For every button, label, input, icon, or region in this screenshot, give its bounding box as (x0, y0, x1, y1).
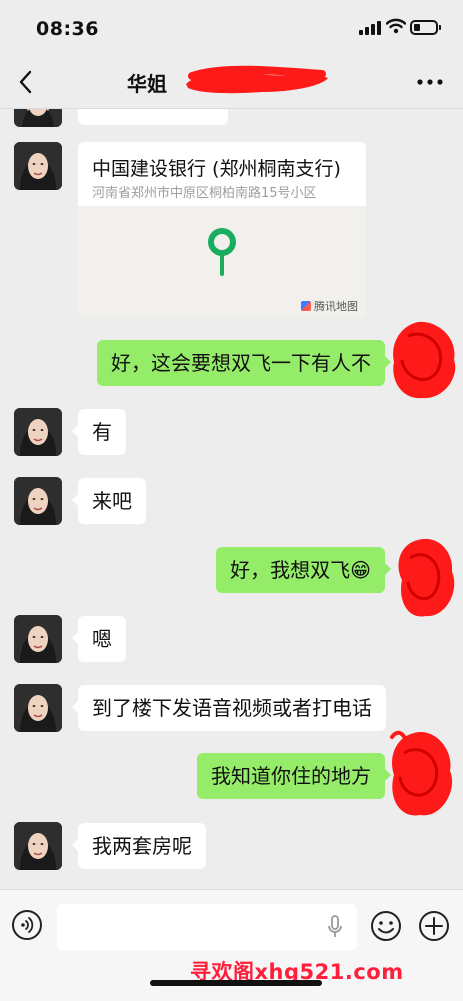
voice-mode-icon[interactable] (12, 910, 42, 940)
message-bubble-outgoing[interactable]: 好，我想双飞😁 (216, 547, 391, 593)
contact-avatar[interactable] (14, 615, 62, 663)
redacted-avatar-scribble (393, 321, 456, 399)
contact-avatar[interactable] (14, 109, 62, 127)
microphone-icon[interactable] (327, 915, 343, 939)
status-time: 08:36 (36, 18, 99, 40)
contact-avatar[interactable] (14, 408, 62, 456)
status-bar: 08:36 (0, 0, 463, 56)
chat-title: 华姐 (127, 72, 167, 96)
emoji-icon[interactable] (370, 910, 402, 942)
redaction-scribble (186, 65, 328, 94)
message-list[interactable]: 中国建设银行 (郑州桐南支行) 河南省郑州市中原区桐柏南路15号小区 腾讯地图 … (0, 109, 463, 889)
contact-avatar[interactable] (14, 822, 62, 870)
redacted-avatar-scribble (390, 730, 453, 816)
contact-avatar[interactable] (14, 684, 62, 732)
wifi-icon (386, 18, 406, 34)
location-card[interactable]: 中国建设银行 (郑州桐南支行) 河南省郑州市中原区桐柏南路15号小区 腾讯地图 (78, 142, 366, 318)
map-pin-icon (208, 228, 236, 276)
message-bubble-incoming[interactable]: 我两套房呢 (72, 823, 206, 869)
cellular-signal-icon (359, 21, 381, 35)
home-indicator[interactable] (150, 980, 322, 986)
message-bubble-outgoing[interactable]: 好，这会要想双飞一下有人不 (97, 340, 391, 386)
message-bubble-incoming[interactable]: 嗯 (72, 616, 126, 662)
location-address: 河南省郑州市中原区桐柏南路15号小区 (92, 186, 317, 201)
message-bubble-outgoing[interactable]: 我知道你住的地方 (197, 753, 391, 799)
more-dots-icon[interactable] (414, 72, 446, 92)
plus-icon[interactable] (418, 910, 450, 942)
message-bubble-incoming[interactable]: 来吧 (72, 478, 146, 524)
map-brand: 腾讯地图 (301, 298, 358, 314)
message-bubble-incoming[interactable] (78, 109, 228, 125)
contact-avatar[interactable] (14, 477, 62, 525)
contact-avatar[interactable] (14, 142, 62, 190)
redacted-avatar-scribble (398, 538, 455, 617)
chat-header: 华姐 (0, 56, 463, 109)
message-bubble-incoming[interactable]: 有 (72, 409, 126, 455)
map-preview[interactable]: 腾讯地图 (78, 206, 366, 318)
battery-icon (410, 20, 441, 35)
message-bubble-incoming[interactable]: 到了楼下发语音视频或者打电话 (72, 685, 386, 731)
map-brand-label: 腾讯地图 (314, 300, 358, 313)
chevron-left-icon[interactable] (14, 68, 40, 96)
location-name: 中国建设银行 (郑州桐南支行) (92, 158, 341, 180)
tencent-map-logo-icon (301, 301, 311, 311)
message-input[interactable] (57, 904, 357, 950)
